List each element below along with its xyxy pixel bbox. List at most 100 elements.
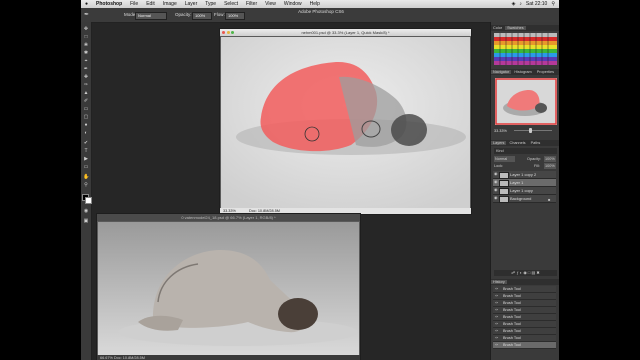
tab-histogram[interactable]: Histogram <box>512 70 533 74</box>
layers-tab-row: Layers Channels Paths <box>491 140 559 146</box>
tab-properties[interactable]: Properties <box>535 70 556 74</box>
layer-lock-label: Lock: <box>494 164 504 168</box>
menu-type[interactable]: Type <box>201 0 220 8</box>
history-step[interactable]: ✑ Brush Tool <box>493 300 556 307</box>
history-step[interactable]: ✑ Brush Tool <box>493 314 556 321</box>
visibility-eye-icon[interactable]: ◉ <box>494 180 498 184</box>
menu-clock[interactable]: Sat 22:10 <box>526 0 547 8</box>
dodge-tool-icon[interactable]: ◐ <box>83 130 89 136</box>
tab-navigator[interactable]: Navigator <box>491 70 512 74</box>
navigator-thumbnail[interactable] <box>495 78 557 125</box>
volume-icon[interactable]: ♪ <box>519 0 522 8</box>
tab-paths[interactable]: Paths <box>529 141 543 145</box>
history-step-label: Brush Tool <box>503 294 521 298</box>
screen-mode-icon[interactable]: ▣ <box>83 218 89 224</box>
navigator-zoom-handle[interactable] <box>529 128 532 133</box>
crop-tool-icon[interactable]: ⌖ <box>83 58 89 64</box>
history-step[interactable]: ✑ Brush Tool <box>493 293 556 300</box>
history-step[interactable]: ✑ Brush Tool <box>493 321 556 328</box>
opacity-field[interactable]: 100% <box>192 12 212 20</box>
menu-app-name[interactable]: Photoshop <box>92 0 126 8</box>
brush-preset-icon[interactable]: ✒ <box>84 11 89 18</box>
menu-layer[interactable]: Layer <box>181 0 202 8</box>
tab-color[interactable]: Color <box>491 26 504 30</box>
navigator-zoom-value[interactable]: 33.33% <box>494 128 507 134</box>
tab-swatches[interactable]: Swatches <box>505 26 526 30</box>
flow-field[interactable]: 100% <box>225 12 245 20</box>
history-step-current[interactable]: ✑ Brush Tool <box>493 342 556 349</box>
swatch-grid[interactable] <box>494 33 557 65</box>
opacity-label: Opacity: <box>175 12 192 17</box>
visibility-eye-icon[interactable]: ◉ <box>494 188 498 192</box>
healing-tool-icon[interactable]: ✚ <box>83 74 89 80</box>
menu-image[interactable]: Image <box>159 0 181 8</box>
document-window-photo[interactable]: 0 vatenmodel24_18.psd @ 66.7% (Layer 1, … <box>96 213 361 360</box>
layer-row-selected[interactable]: ◉ Layer 1 <box>493 179 556 187</box>
photoshop-workspace: ● Photoshop File Edit Image Layer Type S… <box>81 0 559 360</box>
history-step-label: Brush Tool <box>503 329 521 333</box>
wifi-icon[interactable]: ◈ <box>512 0 516 8</box>
layer-fill-value[interactable]: 100% <box>544 163 556 169</box>
history-step-label: Brush Tool <box>503 343 521 347</box>
canvas-quick-mask[interactable] <box>221 37 470 208</box>
tab-layers[interactable]: Layers <box>491 141 507 145</box>
menu-edit[interactable]: Edit <box>142 0 159 8</box>
navigator-zoom-slider[interactable] <box>514 130 552 131</box>
close-window-icon[interactable] <box>222 31 225 34</box>
gradient-tool-icon[interactable]: ▢ <box>83 114 89 120</box>
hand-tool-icon[interactable]: ✋ <box>83 174 89 180</box>
spotlight-icon[interactable]: ⚲ <box>551 0 555 8</box>
layers-panel-footer-icons[interactable]: ☍ ƒ ◐ ◉ □ ▤ ✖ <box>494 270 557 276</box>
tab-history[interactable]: History <box>491 280 507 284</box>
menu-file[interactable]: File <box>126 0 142 8</box>
history-step-label: Brush Tool <box>503 287 521 291</box>
visibility-eye-icon[interactable]: ◉ <box>494 172 498 176</box>
canvas-photo[interactable] <box>98 222 359 355</box>
history-step[interactable]: ✑ Brush Tool <box>493 328 556 335</box>
minimize-window-icon[interactable] <box>226 31 230 34</box>
move-tool-icon[interactable]: ✥ <box>83 26 89 32</box>
layer-filter-kind[interactable]: Kind <box>494 149 504 153</box>
layer-blend-mode[interactable]: Normal <box>494 156 515 162</box>
visibility-eye-icon[interactable]: ◉ <box>494 196 498 200</box>
layer-row[interactable]: ◉ Layer 1 copy <box>493 187 556 195</box>
marquee-tool-icon[interactable]: □ <box>83 34 89 40</box>
clone-stamp-tool-icon[interactable]: ▲ <box>83 90 89 96</box>
menu-window[interactable]: Window <box>280 0 306 8</box>
layer-row[interactable]: ◉ Layer 1 copy 2 <box>493 171 556 179</box>
history-step[interactable]: ✑ Brush Tool <box>493 307 556 314</box>
document-title-bar[interactable]: 0 vatenmodel24_18.psd @ 66.7% (Layer 1, … <box>97 214 360 221</box>
document-title-bar[interactable]: nehm001.psd @ 33.3% (Layer 1, Quick Mask… <box>220 29 471 36</box>
pen-tool-icon[interactable]: ✔ <box>83 140 89 146</box>
history-brush-tool-icon[interactable]: ✐ <box>83 98 89 104</box>
tab-channels[interactable]: Channels <box>507 141 527 145</box>
menu-filter[interactable]: Filter <box>242 0 261 8</box>
apple-menu-icon[interactable]: ● <box>81 0 92 8</box>
eyedropper-tool-icon[interactable]: ✒ <box>83 66 89 72</box>
zoom-window-icon[interactable] <box>231 31 234 34</box>
brush-icon: ✑ <box>495 286 499 291</box>
type-tool-icon[interactable]: T <box>83 148 89 154</box>
quick-mask-icon[interactable]: ◉ <box>83 208 89 214</box>
layer-row[interactable]: ◉ Background ■ <box>493 195 556 203</box>
tools-panel: ✥ □ ❀ ✱ ⌖ ✒ ✚ ✑ ▲ ✐ ▭ ▢ ● ◐ ✔ T ▶ ▭ ✋ ⚲ … <box>81 22 92 360</box>
eraser-tool-icon[interactable]: ▭ <box>83 106 89 112</box>
zoom-tool-icon[interactable]: ⚲ <box>83 182 89 188</box>
menu-view[interactable]: View <box>261 0 280 8</box>
history-step[interactable]: ✑ Brush Tool <box>493 286 556 293</box>
shape-tool-icon[interactable]: ▭ <box>83 164 89 170</box>
mode-select[interactable]: Normal <box>135 12 167 20</box>
history-step[interactable]: ✑ Brush Tool <box>493 335 556 342</box>
status-text: 66.67% Doc: 10.8M/28.5M <box>100 356 145 360</box>
document-window-quick-mask[interactable]: nehm001.psd @ 33.3% (Layer 1, Quick Mask… <box>219 28 472 215</box>
brush-tool-icon[interactable]: ✑ <box>83 82 89 88</box>
layer-opacity-label: Opacity: <box>527 157 541 161</box>
path-select-tool-icon[interactable]: ▶ <box>83 156 89 162</box>
background-color-swatch[interactable] <box>85 197 92 204</box>
layer-opacity-value[interactable]: 100% <box>544 156 556 162</box>
quick-select-tool-icon[interactable]: ✱ <box>83 50 89 56</box>
menu-help[interactable]: Help <box>306 0 324 8</box>
lasso-tool-icon[interactable]: ❀ <box>83 42 89 48</box>
menu-select[interactable]: Select <box>220 0 242 8</box>
blur-tool-icon[interactable]: ● <box>83 122 89 128</box>
